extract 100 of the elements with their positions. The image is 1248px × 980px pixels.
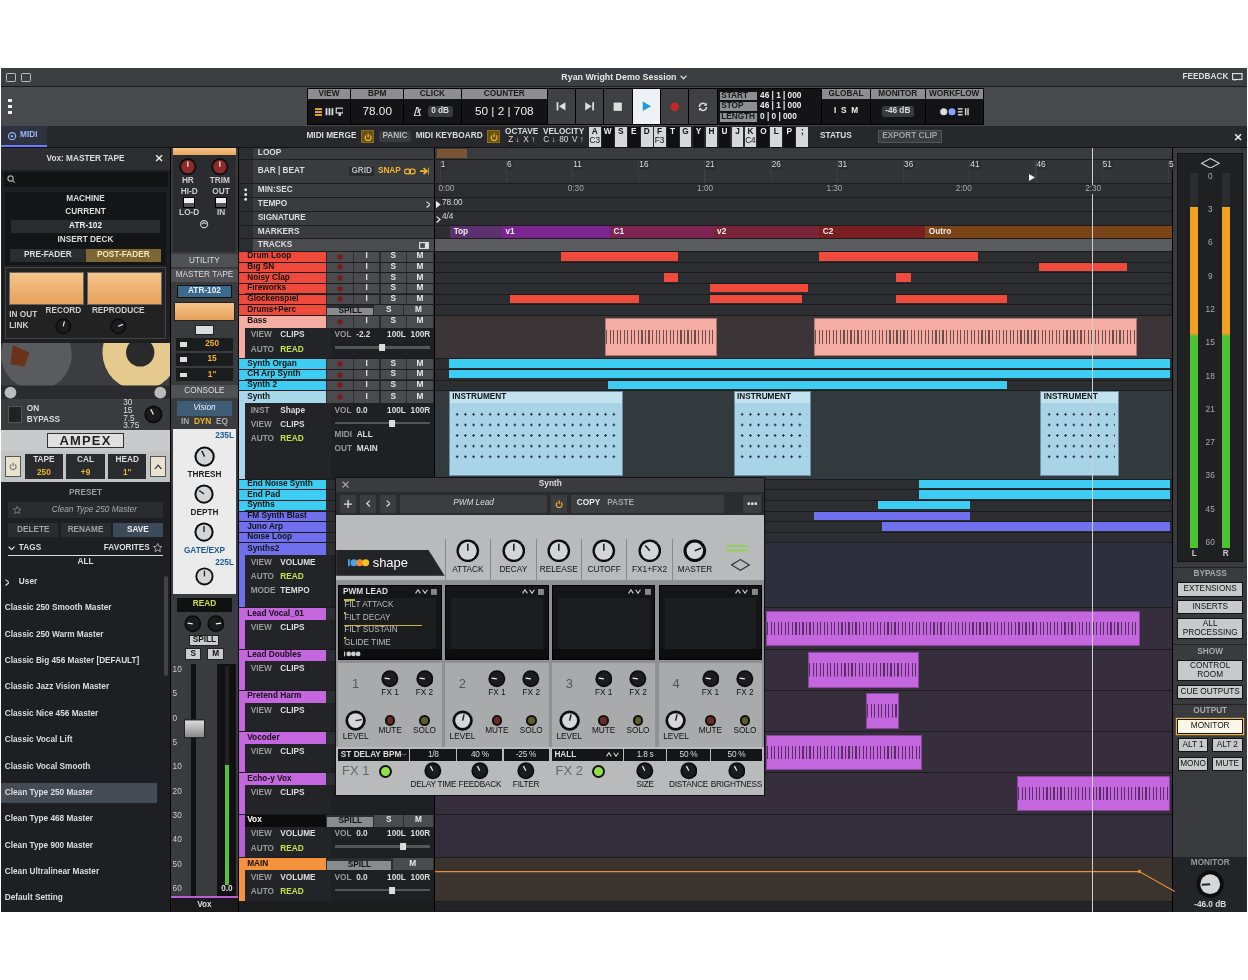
switch-label: HI-D [180,187,198,197]
brand-logo: AMPEX [46,432,125,449]
scale-label: 15 [1205,339,1215,348]
out-label: OUT [19,310,38,320]
volume-label: VOL [334,331,352,341]
parameter-name: FILT ATTACK [344,600,395,610]
bar-number: 51 [1102,161,1114,170]
knob-label: FX 1 [488,688,506,698]
click-label: CLICK [404,89,461,99]
tape-control-label: HEAD [115,455,139,465]
knob-label: FX 2 [415,688,434,698]
midi-tab-label: MIDI [20,131,38,140]
counter-value: 50 | 2 | 708 [475,105,534,118]
bpm-label: BPM [351,89,404,99]
bar-number: 1 [440,161,447,170]
scale-label: 18 [1205,372,1215,382]
field-label: VIEW [250,830,273,840]
field-label: VIEW [250,706,273,716]
knob-label: FX 1 [701,688,720,698]
meter-reading: 0.0 [221,884,233,894]
effect-name: FX 1 [342,764,370,779]
button-label: SOLO [626,727,650,736]
scale-label: 10 [172,666,182,675]
button-label: SOLO [519,727,543,736]
reproduce-label: REPRODUCE [91,307,145,316]
field-label: AUTO [250,573,275,582]
field-label: VIEW [250,747,273,757]
slot-number: 4 [672,676,680,691]
field-label: VIEW [250,421,273,430]
counter-label: COUNTER [461,89,547,99]
section-label: INSERT DECK [57,236,114,246]
field-label: AUTO [250,888,275,897]
locator-label: LENGTH [719,112,757,122]
knob-label: BRIGHTNESS [710,780,763,790]
scale-label: 30 [172,811,182,821]
button-label: SOLO [733,727,757,736]
knob-label: DECAY [499,565,528,575]
section-header: MASTER TAPE [170,268,238,282]
section-label: OUTPUT [1173,703,1248,716]
time-label: 2:30 [1085,184,1103,194]
field-label: AUTO [250,844,275,854]
field-label: AUTO [250,345,275,355]
knob-label: FEEDBACK [458,780,502,790]
locator-label: START [719,91,757,101]
scale-label: 21 [1205,405,1215,415]
scale-label: 36 [1205,472,1215,482]
ruler-label: MARKERS [257,227,300,237]
knob-label: LEVEL [663,732,689,742]
routing-label: OUT [334,444,352,454]
field-label: AUTO [250,435,275,444]
parameter-name: FILT DECAY [344,613,392,622]
scale-label: 40 [172,836,182,845]
volume-label: VOL [334,406,352,416]
switch-label: OUT [212,187,230,197]
knob-label: FX 2 [629,688,647,698]
section-label: MACHINE [66,195,105,205]
volume-label: VOL [334,874,352,883]
button-label: MUTE [485,727,509,736]
scale-label: 5 [172,739,179,748]
section-header: CONSOLE [170,384,238,398]
clip-label: INSTRUMENT [1043,393,1098,402]
ruler-label: SIGNATURE [257,214,306,223]
knob-label: FX 2 [736,688,754,698]
knob-label: HR [181,176,194,186]
scale-label: 9 [1207,272,1213,282]
field-label: VIEW [250,874,273,883]
time-label: 0:00 [438,184,456,194]
slot-number: 3 [565,676,573,691]
button-label: MUTE [591,727,616,736]
knob-label: LEVEL [449,732,476,742]
bar-number: 41 [970,161,981,170]
knob-label: SIZE [636,780,654,790]
scale-label: 50 [172,860,182,870]
in-label: IN [9,310,18,320]
scale-label: 3 [1207,206,1213,215]
scale-label: 45 [1205,505,1215,515]
status-label: STATUS [820,132,852,141]
knob-label: DISTANCE [668,780,709,790]
slot-number: 1 [352,676,360,691]
link-label: LINK [9,321,30,331]
midi-merge-label: MIDI MERGE [306,132,357,141]
workflow-label: WORKFLOW [925,89,983,99]
channel-label: R [1222,550,1229,559]
preset-label: PRESET [69,488,103,498]
on-label: ON [26,404,41,414]
routing-label: MIDI [334,430,352,440]
knob-label: FX 1 [381,688,399,698]
speed-label: 3.75 [123,422,140,430]
clip-label: INSTRUMENT [452,393,507,402]
field-label: VIEW [250,665,273,674]
channel-name: Vox [197,900,212,910]
knob-label: DEPTH [190,509,219,518]
speed-label: 15 [123,406,134,415]
model-label: 225L [215,558,234,568]
parameter-name: GLIDE TIME [344,639,392,648]
time-label: 2:00 [955,184,973,194]
knob-label: LEVEL [556,732,583,742]
knob-label: THRESH [187,471,222,480]
knob-label: FX 2 [522,688,540,698]
scale-label: 5 [172,690,179,700]
